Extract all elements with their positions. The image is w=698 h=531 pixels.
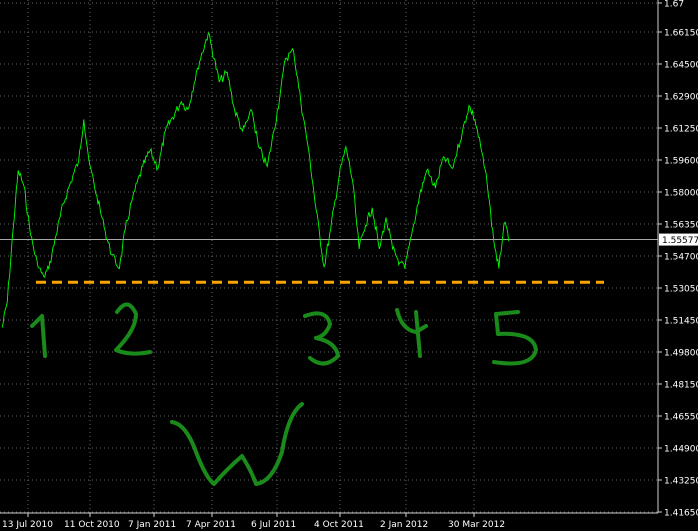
y-tick-label: 1.64500 (664, 61, 698, 71)
x-tick-label: 30 Mar 2012 (448, 520, 505, 530)
y-tick-label: 1.56350 (664, 221, 698, 231)
x-tick-label: 7 Apr 2011 (186, 520, 236, 530)
y-tick-label: 1.44900 (664, 445, 698, 455)
x-tick-label: 13 Jul 2010 (2, 520, 53, 530)
y-tick-label: 1.62900 (664, 93, 698, 103)
y-tick-label: 1.66150 (664, 29, 698, 39)
y-tick-label: 1.51450 (664, 317, 698, 327)
y-tick-label: 1.53050 (664, 285, 698, 295)
y-tick-label: 1.46550 (664, 413, 698, 423)
x-tick-label: 11 Oct 2010 (64, 520, 120, 530)
price-chart: 12345W 1.671.661501.645001.629001.612501… (0, 0, 698, 531)
y-tick-label: 1.61250 (664, 125, 698, 135)
y-tick-label: 1.41650 (664, 509, 698, 519)
current-price-label: 1.55577 (662, 236, 698, 246)
x-tick-label: 2 Jan 2012 (380, 520, 428, 530)
y-tick-label: 1.48150 (664, 381, 698, 391)
y-tick-label: 1.54700 (664, 253, 698, 263)
y-tick-label: 1.59600 (664, 157, 698, 167)
plot-background (0, 0, 698, 531)
y-tick-label: 1.67 (664, 0, 684, 10)
x-tick-label: 4 Oct 2011 (314, 520, 364, 530)
x-tick-label: 6 Jul 2011 (251, 520, 296, 530)
y-tick-label: 1.58000 (664, 189, 698, 199)
y-tick-label: 1.43250 (664, 477, 698, 487)
y-tick-label: 1.49800 (664, 349, 698, 359)
x-tick-label: 7 Jan 2011 (128, 520, 176, 530)
